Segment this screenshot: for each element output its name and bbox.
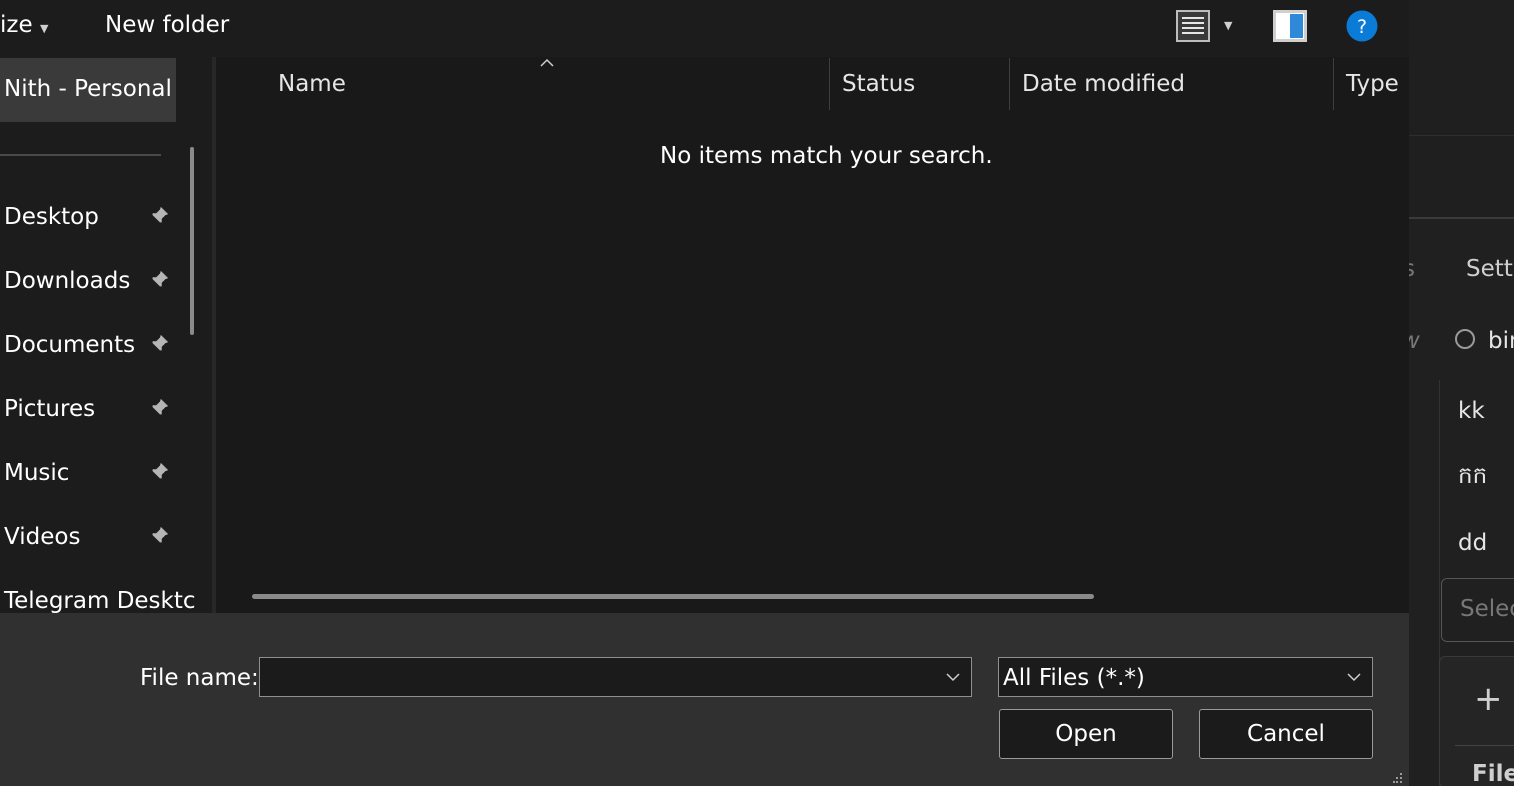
background-app-panel: s Sett w bin kk កក dd Selec + File: [1409, 0, 1514, 786]
background-add-card[interactable]: + File: [1439, 656, 1514, 786]
background-partial-text: w: [1409, 328, 1420, 354]
pin-icon[interactable]: [148, 461, 170, 483]
file-list: Name Status Date modified Type No items …: [216, 57, 1409, 613]
nav-separator: [0, 154, 161, 156]
nav-item-label: Desktop: [4, 204, 99, 230]
help-icon[interactable]: ?: [1346, 10, 1378, 42]
background-select[interactable]: Selec: [1441, 578, 1514, 642]
nav-item-label: Music: [4, 460, 70, 486]
nav-item-label: Videos: [4, 524, 81, 550]
background-card-divider: [1455, 745, 1514, 746]
pin-icon[interactable]: [148, 397, 170, 419]
column-separator[interactable]: [829, 58, 830, 110]
svg-text:?: ?: [1357, 16, 1367, 38]
nav-item-onedrive-personal[interactable]: Nith - Personal: [0, 58, 176, 122]
column-separator[interactable]: [1009, 58, 1010, 110]
background-radio-button[interactable]: [1455, 329, 1475, 349]
navigation-pane: Nith - Personal Desktop Downloads Docume…: [0, 57, 212, 613]
pin-icon[interactable]: [148, 525, 170, 547]
column-separator[interactable]: [1333, 58, 1334, 110]
file-name-combobox[interactable]: [259, 657, 972, 697]
pin-icon[interactable]: [148, 205, 170, 227]
nav-item-label: Downloads: [4, 268, 131, 294]
background-row-1[interactable]: kk: [1458, 398, 1485, 424]
view-details-icon[interactable]: [1176, 10, 1210, 42]
background-row-3[interactable]: dd: [1458, 530, 1487, 556]
background-subheader-area: [1409, 136, 1514, 219]
organize-label: ize: [0, 12, 33, 38]
nav-item-documents[interactable]: Documents: [0, 315, 176, 379]
pin-icon[interactable]: [148, 333, 170, 355]
nav-item-videos[interactable]: Videos: [0, 507, 176, 571]
background-row-2[interactable]: កក: [1458, 462, 1487, 495]
view-options-caret-icon[interactable]: ▼: [1224, 19, 1232, 32]
nav-item-label: Telegram Desktc: [4, 588, 196, 613]
horizontal-scrollbar[interactable]: [252, 594, 1094, 599]
file-type-select[interactable]: All Files (*.*): [998, 657, 1373, 697]
open-button[interactable]: Open: [999, 709, 1173, 759]
file-name-input[interactable]: [262, 660, 936, 696]
cancel-button[interactable]: Cancel: [1199, 709, 1373, 759]
background-select-placeholder: Selec: [1460, 596, 1514, 622]
preview-pane-icon[interactable]: [1273, 10, 1307, 42]
pin-icon[interactable]: [148, 269, 170, 291]
background-file-label: File: [1472, 761, 1514, 786]
nav-item-telegram-desktop[interactable]: Telegram Desktc: [0, 571, 196, 613]
column-header-type[interactable]: Type: [1346, 71, 1399, 97]
chevron-down-icon[interactable]: [945, 670, 961, 684]
resize-grip-icon[interactable]: [1393, 773, 1403, 783]
dialog-footer: File name: All Files (*.*) Open Cancel: [0, 613, 1409, 786]
nav-item-desktop[interactable]: Desktop: [0, 187, 176, 251]
column-header-name[interactable]: Name: [278, 71, 346, 97]
column-header-status[interactable]: Status: [842, 71, 915, 97]
nav-item-label: Documents: [4, 332, 136, 358]
column-header-date-modified[interactable]: Date modified: [1022, 71, 1185, 97]
nav-item-music[interactable]: Music: [0, 443, 176, 507]
background-settings-tab[interactable]: Sett: [1466, 256, 1513, 282]
nav-item-label: Pictures: [4, 396, 96, 422]
background-tab-partial[interactable]: s: [1409, 256, 1415, 282]
file-name-label: File name:: [140, 665, 259, 691]
file-type-value: All Files (*.*): [1003, 665, 1145, 691]
nav-item-label: Nith - Personal: [4, 76, 172, 102]
nav-scrollbar[interactable]: [190, 147, 194, 335]
dialog-toolbar: ize ▼ New folder ▼ ?: [0, 0, 1409, 57]
chevron-down-icon[interactable]: [1346, 670, 1362, 684]
organize-caret-icon: ▼: [39, 22, 49, 35]
background-header-area: [1409, 0, 1514, 136]
organize-button[interactable]: ize ▼: [0, 12, 48, 38]
nav-item-downloads[interactable]: Downloads: [0, 251, 176, 315]
new-folder-button[interactable]: New folder: [105, 12, 229, 38]
empty-search-message: No items match your search.: [660, 143, 993, 169]
plus-icon[interactable]: +: [1474, 679, 1503, 719]
nav-item-pictures[interactable]: Pictures: [0, 379, 176, 443]
background-radio-label: bin: [1488, 328, 1514, 354]
sort-ascending-icon: [540, 58, 554, 67]
